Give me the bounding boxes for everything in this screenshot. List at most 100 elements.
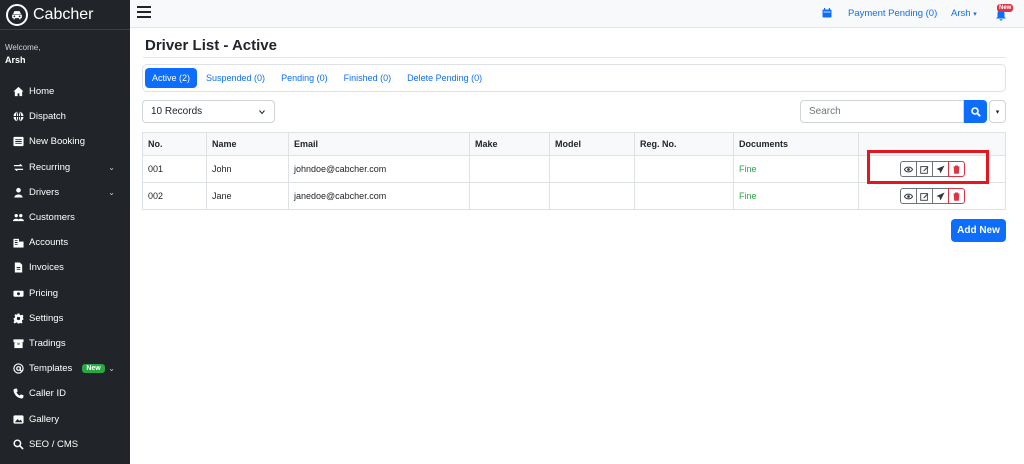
- sidebar-item-dispatch[interactable]: Dispatch: [0, 104, 130, 129]
- sidebar: Cabcher Welcome, Arsh Home Dispatch New …: [0, 0, 130, 464]
- records-select-value: 10 Records: [151, 106, 203, 117]
- delete-button[interactable]: [947, 161, 965, 177]
- cell-reg-no: [634, 182, 734, 210]
- status-tabs: Active (2) Suspended (0) Pending (0) Fin…: [142, 64, 1006, 92]
- send-button[interactable]: [931, 161, 949, 177]
- payment-pending-link[interactable]: Payment Pending (0): [848, 8, 937, 19]
- search-input[interactable]: [800, 100, 964, 123]
- row-actions: [864, 161, 1000, 177]
- cell-model: [549, 155, 635, 183]
- cell-model: [549, 182, 635, 210]
- cell-documents: Fine: [733, 182, 859, 210]
- phone-icon: [12, 388, 24, 400]
- tab-delete-pending[interactable]: Delete Pending (0): [400, 68, 489, 88]
- view-button[interactable]: [899, 188, 917, 204]
- search-icon: [12, 438, 24, 450]
- chevron-down-icon: ⌄: [108, 162, 115, 172]
- cell-name: Jane: [206, 182, 289, 210]
- sidebar-item-label: Gallery: [29, 413, 60, 425]
- title-divider: [143, 57, 1006, 58]
- cell-make: [469, 155, 550, 183]
- brand-name: Cabcher: [33, 5, 94, 23]
- trash-icon: [952, 165, 960, 174]
- add-new-button[interactable]: Add New: [951, 219, 1006, 242]
- column-header: Email: [288, 132, 470, 156]
- delete-button[interactable]: [947, 188, 965, 204]
- search-options-dropdown[interactable]: ▾: [989, 100, 1006, 123]
- tab-finished[interactable]: Finished (0): [337, 68, 399, 88]
- sidebar-item-templates[interactable]: Templates New ⌄: [0, 356, 130, 381]
- sidebar-item-recurring[interactable]: Recurring ⌄: [0, 155, 130, 180]
- list-icon: [12, 136, 24, 148]
- top-bar: Payment Pending (0) Arsh ▾ New: [130, 0, 1024, 28]
- column-header: Model: [549, 132, 635, 156]
- user-icon: [12, 186, 24, 198]
- sidebar-item-pricing[interactable]: Pricing: [0, 281, 130, 306]
- car-logo-icon: [6, 3, 28, 26]
- column-header: Make: [469, 132, 550, 156]
- page-title: Driver List - Active: [145, 37, 277, 54]
- sidebar-item-home[interactable]: Home: [0, 79, 130, 104]
- sidebar-item-gallery[interactable]: Gallery: [0, 406, 130, 431]
- records-per-page-select[interactable]: 10 Records: [142, 100, 275, 123]
- cell-name: John: [206, 155, 289, 183]
- cell-email: johndoe@cabcher.com: [288, 155, 470, 183]
- brand[interactable]: Cabcher: [0, 0, 130, 30]
- view-button[interactable]: [899, 161, 917, 177]
- row-actions: [864, 188, 1000, 204]
- sidebar-item-accounts[interactable]: Accounts: [0, 230, 130, 255]
- cell-no: 001: [142, 155, 207, 183]
- sidebar-item-new-booking[interactable]: New Booking: [0, 129, 130, 154]
- chevron-down-icon: ⌄: [108, 187, 115, 197]
- sidebar-item-invoices[interactable]: Invoices: [0, 255, 130, 280]
- sidebar-item-label: Caller ID: [29, 388, 66, 400]
- search-button[interactable]: [964, 100, 987, 123]
- cell-make: [469, 182, 550, 210]
- globe-icon: [12, 111, 24, 123]
- users-icon: [12, 212, 24, 224]
- sidebar-item-seo-cms[interactable]: SEO / CMS: [0, 432, 130, 457]
- eye-icon: [903, 193, 913, 199]
- column-header: Documents: [733, 132, 859, 156]
- send-icon: [935, 191, 945, 201]
- edit-button[interactable]: [915, 161, 933, 177]
- sidebar-item-label: Accounts: [29, 237, 69, 249]
- sidebar-item-settings[interactable]: Settings: [0, 306, 130, 331]
- repeat-icon: [12, 161, 24, 173]
- sidebar-nav: Home Dispatch New Booking Recurring ⌄ Dr…: [0, 79, 130, 457]
- sidebar-item-customers[interactable]: Customers: [0, 205, 130, 230]
- sidebar-item-label: Pricing: [29, 287, 59, 299]
- cell-documents: Fine: [733, 155, 859, 183]
- hamburger-menu-icon[interactable]: [137, 6, 151, 19]
- edit-icon: [919, 165, 928, 174]
- notifications[interactable]: New: [995, 4, 1014, 21]
- send-button[interactable]: [931, 188, 949, 204]
- sidebar-item-label: Drivers: [29, 186, 60, 198]
- sidebar-item-label: Tradings: [29, 337, 66, 349]
- sidebar-item-tradings[interactable]: Tradings: [0, 331, 130, 356]
- cell-reg-no: [634, 155, 734, 183]
- cell-actions: [858, 155, 1006, 183]
- tab-active[interactable]: Active (2): [145, 68, 198, 88]
- cell-actions: [858, 182, 1006, 210]
- at-icon: [12, 363, 24, 375]
- table-header-row: No. Name Email Make Model Reg. No. Docum…: [142, 132, 1006, 156]
- tab-suspended[interactable]: Suspended (0): [199, 68, 272, 88]
- sidebar-item-caller-id[interactable]: Caller ID: [0, 381, 130, 406]
- cell-no: 002: [142, 182, 207, 210]
- gear-icon: [12, 312, 24, 324]
- user-menu[interactable]: Arsh ▾: [951, 8, 977, 19]
- caret-down-icon: ▾: [995, 108, 1000, 116]
- table-row: 002 Jane janedoe@cabcher.com Fine: [142, 182, 1006, 210]
- sidebar-item-label: Dispatch: [29, 111, 66, 123]
- sidebar-item-label: New Booking: [29, 136, 85, 148]
- table-row: 001 John johndoe@cabcher.com Fine: [142, 155, 1006, 183]
- edit-button[interactable]: [915, 188, 933, 204]
- welcome-text: Welcome,: [5, 43, 41, 52]
- column-header: No.: [142, 132, 207, 156]
- building-icon: [12, 237, 24, 249]
- calendar-icon[interactable]: [822, 8, 832, 18]
- tab-pending[interactable]: Pending (0): [274, 68, 335, 88]
- column-header: Reg. No.: [634, 132, 734, 156]
- sidebar-item-drivers[interactable]: Drivers ⌄: [0, 180, 130, 205]
